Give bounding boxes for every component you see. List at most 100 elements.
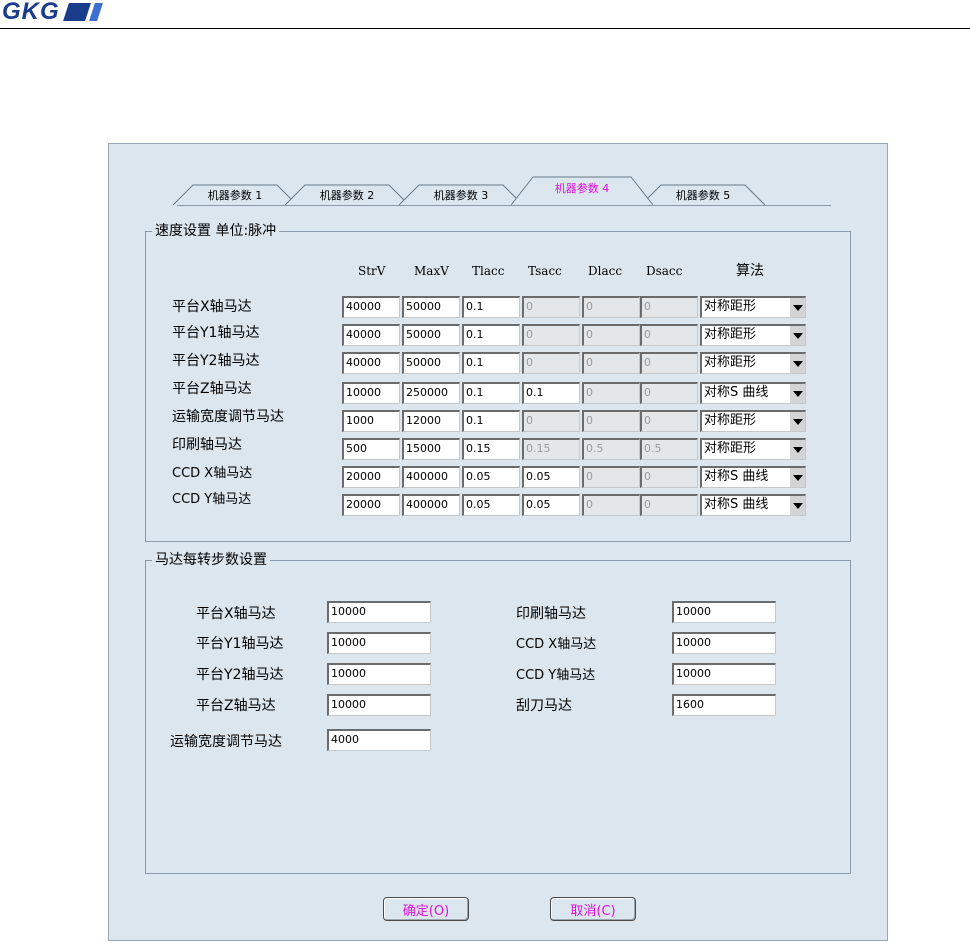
tlacc-input[interactable]: 0.1 [462, 296, 520, 318]
col-header-tlacc: Tlacc [472, 264, 505, 278]
maxv-input[interactable]: 400000 [402, 466, 460, 488]
strv-input[interactable]: 500 [342, 438, 400, 460]
strv-input[interactable]: 10000 [342, 382, 400, 404]
algorithm-value: 对称距形 [704, 299, 757, 314]
ok-button[interactable]: 确定(O) [383, 897, 469, 921]
maxv-input[interactable]: 50000 [402, 296, 460, 318]
tab-machine-params-1[interactable]: 机器参数 1 [173, 184, 297, 206]
algorithm-value: 对称距形 [704, 327, 757, 342]
steps-input[interactable]: 4000 [327, 729, 431, 751]
strv-input[interactable]: 20000 [342, 494, 400, 516]
steps-input[interactable]: 10000 [672, 663, 776, 685]
dropdown-arrow-icon[interactable] [789, 354, 805, 373]
maxv-input[interactable]: 15000 [402, 438, 460, 460]
tsacc-input: 0 [522, 324, 580, 346]
strv-input[interactable]: 1000 [342, 410, 400, 432]
dsacc-input: 0 [640, 324, 698, 346]
speed-row-label: 平台Z轴马达 [172, 381, 252, 397]
dsacc-input: 0 [640, 410, 698, 432]
tsacc-input[interactable]: 0.05 [522, 494, 580, 516]
header-divider [0, 28, 970, 29]
strv-input[interactable]: 40000 [342, 324, 400, 346]
col-header-algorithm: 算法 [736, 263, 764, 279]
dsacc-input: 0 [640, 382, 698, 404]
algorithm-select[interactable]: 对称S 曲线 [700, 494, 806, 516]
speed-row-label: 运输宽度调节马达 [172, 409, 284, 425]
tab-baseline [177, 205, 831, 206]
col-header-dsacc: Dsacc [646, 264, 683, 278]
steps-input[interactable]: 10000 [327, 632, 431, 654]
dropdown-arrow-icon[interactable] [789, 468, 805, 487]
dlacc-input: 0 [582, 352, 640, 374]
speed-row-label: CCD Y轴马达 [172, 492, 252, 507]
dsacc-input: 0 [640, 352, 698, 374]
dropdown-arrow-icon[interactable] [789, 384, 805, 403]
algorithm-select[interactable]: 对称距形 [700, 324, 806, 346]
algorithm-value: 对称S 曲线 [704, 385, 769, 400]
algorithm-select[interactable]: 对称距形 [700, 410, 806, 432]
tlacc-input[interactable]: 0.1 [462, 382, 520, 404]
steps-per-rev-group: 马达每转步数设置 平台X轴马达 10000 平台Y1轴马达 10000 平台Y2… [145, 551, 851, 874]
steps-label: CCD X轴马达 [516, 637, 597, 652]
tab-label: 机器参数 3 [433, 189, 489, 202]
dropdown-arrow-icon[interactable] [789, 298, 805, 317]
tab-machine-params-5[interactable]: 机器参数 5 [641, 184, 765, 206]
algorithm-value: 对称S 曲线 [704, 497, 769, 512]
col-header-strv: StrV [358, 264, 386, 278]
steps-input[interactable]: 10000 [327, 601, 431, 623]
logo-mark-icon [62, 3, 103, 21]
maxv-input[interactable]: 12000 [402, 410, 460, 432]
strv-input[interactable]: 40000 [342, 296, 400, 318]
strv-input[interactable]: 20000 [342, 466, 400, 488]
tsacc-input[interactable]: 0.1 [522, 382, 580, 404]
algorithm-select[interactable]: 对称S 曲线 [700, 382, 806, 404]
dlacc-input: 0 [582, 296, 640, 318]
strv-input[interactable]: 40000 [342, 352, 400, 374]
tlacc-input[interactable]: 0.1 [462, 324, 520, 346]
tab-machine-params-3[interactable]: 机器参数 3 [399, 184, 523, 206]
speed-row-label: 平台Y1轴马达 [172, 325, 260, 341]
dsacc-input: 0.5 [640, 438, 698, 460]
tab-machine-params-2[interactable]: 机器参数 2 [285, 184, 409, 206]
speed-settings-group: 速度设置 单位:脉冲 StrV MaxV Tlacc Tsacc Dlacc D… [145, 222, 851, 542]
dsacc-input: 0 [640, 296, 698, 318]
tlacc-input[interactable]: 0.05 [462, 494, 520, 516]
cancel-button[interactable]: 取消(C) [550, 897, 636, 921]
steps-input[interactable]: 10000 [672, 601, 776, 623]
tlacc-input[interactable]: 0.1 [462, 410, 520, 432]
maxv-input[interactable]: 50000 [402, 324, 460, 346]
dropdown-arrow-icon[interactable] [789, 496, 805, 515]
dropdown-arrow-icon[interactable] [789, 326, 805, 345]
tlacc-input[interactable]: 0.15 [462, 438, 520, 460]
algorithm-select[interactable]: 对称距形 [700, 296, 806, 318]
col-header-tsacc: Tsacc [528, 264, 562, 278]
dropdown-arrow-icon[interactable] [789, 412, 805, 431]
tsacc-input[interactable]: 0.05 [522, 466, 580, 488]
algorithm-select[interactable]: 对称S 曲线 [700, 466, 806, 488]
maxv-input[interactable]: 250000 [402, 382, 460, 404]
tlacc-input[interactable]: 0.05 [462, 466, 520, 488]
steps-input[interactable]: 10000 [672, 632, 776, 654]
maxv-input[interactable]: 400000 [402, 494, 460, 516]
tab-label: 机器参数 1 [207, 189, 263, 202]
steps-label: 运输宽度调节马达 [170, 734, 282, 750]
tab-label: 机器参数 4 [554, 182, 610, 195]
steps-group-title: 马达每转步数设置 [152, 551, 270, 569]
dropdown-arrow-icon[interactable] [789, 440, 805, 459]
tlacc-input[interactable]: 0.1 [462, 352, 520, 374]
tab-machine-params-4[interactable]: 机器参数 4 [511, 176, 653, 206]
speed-row-label: 平台Y2轴马达 [172, 353, 260, 369]
machine-params-dialog: 机器参数 1 机器参数 2 机器参数 3 机器参数 5 机器参数 4 速度设置 … [108, 143, 888, 941]
steps-label: CCD Y轴马达 [516, 668, 596, 683]
speed-group-title: 速度设置 单位:脉冲 [152, 222, 280, 240]
steps-input[interactable]: 1600 [672, 694, 776, 716]
steps-input[interactable]: 10000 [327, 663, 431, 685]
tsacc-input: 0 [522, 352, 580, 374]
maxv-input[interactable]: 50000 [402, 352, 460, 374]
algorithm-value: 对称距形 [704, 355, 757, 370]
logo-text: GKG [2, 0, 60, 25]
algorithm-select[interactable]: 对称距形 [700, 352, 806, 374]
steps-label: 平台X轴马达 [196, 606, 276, 622]
steps-input[interactable]: 10000 [327, 694, 431, 716]
algorithm-select[interactable]: 对称距形 [700, 438, 806, 460]
